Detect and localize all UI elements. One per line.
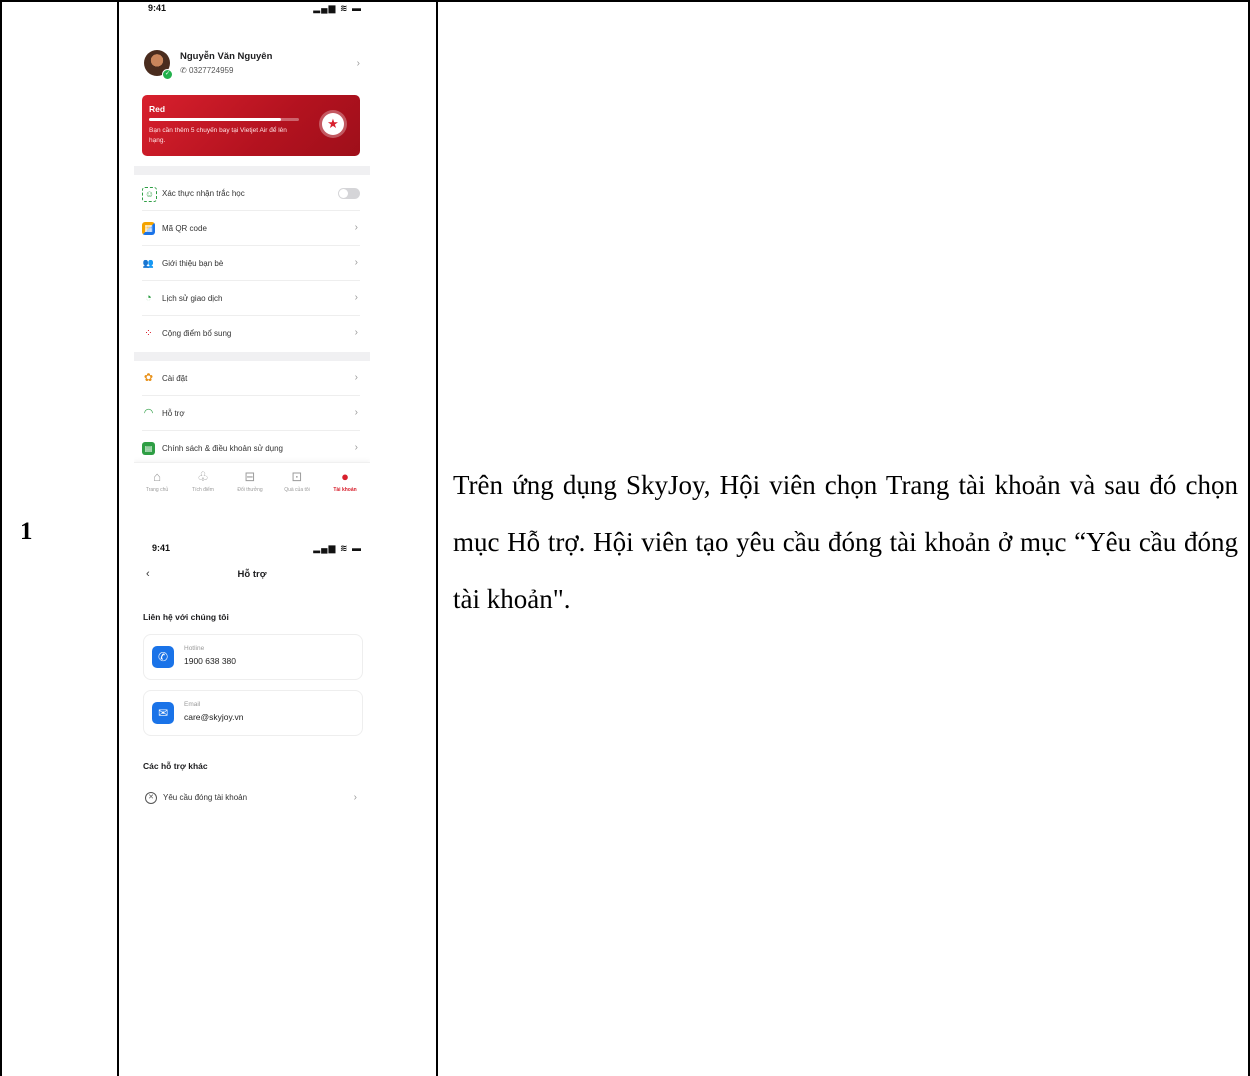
tier-progress-fill (149, 118, 281, 121)
menu-item-policy[interactable]: ▤ Chính sách & điều khoản sử dụng › (142, 431, 360, 465)
menu-item-label: Cài đặt (162, 374, 188, 383)
hotline-label: Hotline (184, 645, 205, 652)
chevron-right-icon: › (356, 58, 360, 69)
phone-icon: ✆ (152, 646, 174, 668)
menu-item-add-points[interactable]: ⁘ Cộng điểm bổ sung › (142, 316, 360, 350)
chevron-right-icon: › (353, 792, 357, 803)
tier-message: Bạn cần thêm 5 chuyến bay tại Vietjet Ai… (149, 127, 287, 144)
email-card[interactable]: ✉ Email care@skyjoy.vn (143, 690, 363, 736)
profile-header[interactable]: ✓ Nguyễn Văn Nguyên ✆ 0327724959 › (140, 48, 366, 80)
profile-name: Nguyễn Văn Nguyên (180, 51, 273, 62)
nav-label: Tài khoản (333, 487, 357, 493)
nav-label: Đổi thưởng (237, 487, 263, 493)
hotline-card[interactable]: ✆ Hotline 1900 638 380 (143, 634, 363, 680)
membership-tier-card[interactable]: Red Bạn cần thêm 5 chuyến bay tại Vietje… (142, 95, 360, 156)
table-left-border (0, 0, 2, 1076)
chevron-right-icon: › (354, 222, 358, 233)
chevron-right-icon: › (354, 407, 358, 418)
close-account-request[interactable]: ✕ Yêu cầu đóng tài khoản › (143, 790, 361, 806)
menu-item-biometric[interactable]: ☺ Xác thực nhận trắc học (142, 176, 360, 211)
menu-item-label: Chính sách & điều khoản sử dụng (162, 444, 283, 453)
step-description-text: Trên ứng dụng SkyJoy, Hội viên chọn Tran… (453, 470, 1238, 614)
chevron-right-icon: › (354, 292, 358, 303)
close-circle-icon: ✕ (145, 792, 157, 804)
support-screen: 9:41 ▂▄▆ ≋ ▬ ‹ Hỗ trợ Liên hệ với chúng … (134, 530, 370, 1076)
account-screen: 9:41 ▂▄▆ ≋ ▬ ✓ Nguyễn Văn Nguyên ✆ 03277… (134, 0, 370, 505)
nav-redeem[interactable]: ⊟ Đổi thưởng (227, 469, 273, 493)
nav-my-gifts[interactable]: ⊡ Quà của tôi (274, 469, 320, 493)
support-icon: ◠ (143, 407, 154, 419)
menu-item-label: Giới thiệu bạn bè (162, 259, 224, 268)
profile-phone: ✆ 0327724959 (180, 66, 234, 75)
history-icon: ◔ (145, 292, 152, 304)
policy-icon: ▤ (142, 442, 155, 455)
contact-section-title: Liên hệ với chúng tôi (143, 612, 229, 622)
chevron-right-icon: › (354, 327, 358, 338)
nav-label: Trang chủ (145, 487, 169, 493)
menu-item-support[interactable]: ◠ Hỗ trợ › (142, 396, 360, 431)
status-icons: ▂▄▆ ≋ ▬ (313, 3, 362, 13)
redeem-icon: ⊟ (244, 469, 256, 484)
nav-earn-points[interactable]: ♧ Tích điểm (180, 469, 226, 493)
settings-icon: ✿ (143, 372, 154, 384)
step-number: 1 (20, 518, 33, 545)
status-time: 9:41 (148, 3, 167, 13)
bottom-navigation: ⌂ Trang chủ ♧ Tích điểm ⊟ Đổi thưởng ⊡ Q… (134, 462, 370, 505)
menu-item-refer-friends[interactable]: 👥 Giới thiệu bạn bè › (142, 246, 360, 281)
add-points-icon: ⁘ (144, 328, 153, 339)
status-bar: 9:41 ▂▄▆ ≋ ▬ (134, 0, 370, 24)
close-account-label: Yêu cầu đóng tài khoản (163, 793, 248, 802)
my-gifts-icon: ⊡ (291, 469, 303, 484)
page-title: Hỗ trợ (237, 569, 267, 580)
menu-item-label: Cộng điểm bổ sung (162, 329, 232, 338)
status-time: 9:41 (152, 543, 171, 553)
mail-icon: ✉ (152, 702, 174, 724)
step-description: Trên ứng dụng SkyJoy, Hội viên chọn Tran… (453, 457, 1238, 628)
menu-item-label: Lịch sử giao dịch (162, 294, 223, 303)
nav-label: Tích điểm (192, 487, 214, 493)
nav-label: Quà của tôi (284, 487, 310, 493)
profile-phone-number: 0327724959 (188, 66, 234, 75)
menu-item-label: Mã QR code (162, 224, 207, 233)
section-separator (134, 166, 370, 175)
face-scan-icon: ☺ (142, 187, 157, 202)
nav-home[interactable]: ⌂ Trang chủ (134, 469, 180, 493)
menu-item-label: Hỗ trợ (162, 409, 185, 418)
menu-item-label: Xác thực nhận trắc học (162, 189, 245, 198)
menu-item-settings[interactable]: ✿ Cài đặt › (142, 361, 360, 396)
support-header: ‹ Hỗ trợ (134, 566, 370, 586)
chevron-right-icon: › (354, 257, 358, 268)
biometric-toggle[interactable] (338, 188, 360, 199)
chevron-right-icon: › (354, 372, 358, 383)
qr-code-icon: ▦ (142, 222, 155, 235)
section-separator (134, 352, 370, 361)
nav-account[interactable]: ● Tài khoản (322, 469, 368, 493)
earn-points-icon: ♧ (197, 469, 209, 484)
email-label: Email (184, 701, 201, 708)
table-column-divider-2 (436, 0, 438, 1076)
status-bar: 9:41 ▂▄▆ ≋ ▬ (134, 530, 370, 554)
star-icon: ★ (322, 113, 344, 135)
home-icon: ⌂ (153, 469, 161, 484)
hotline-number: 1900 638 380 (184, 656, 236, 666)
other-support-title: Các hỗ trợ khác (143, 761, 208, 771)
menu-item-qr-code[interactable]: ▦ Mã QR code › (142, 211, 360, 246)
tier-progress-bar (149, 118, 299, 121)
email-address: care@skyjoy.vn (184, 712, 244, 722)
menu-item-transaction-history[interactable]: ◔ Lịch sử giao dịch › (142, 281, 360, 316)
table-column-divider-1 (117, 0, 119, 1076)
verified-badge-icon: ✓ (162, 69, 173, 80)
account-icon: ● (341, 469, 349, 484)
friends-icon: 👥 (142, 258, 155, 268)
tier-name: Red (149, 104, 166, 114)
chevron-right-icon: › (354, 442, 358, 453)
status-icons: ▂▄▆ ≋ ▬ (313, 543, 362, 553)
